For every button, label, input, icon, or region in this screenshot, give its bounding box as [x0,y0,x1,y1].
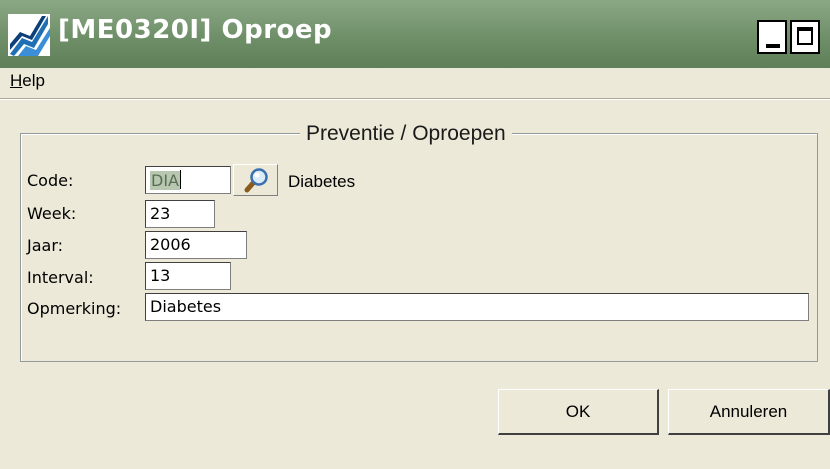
interval-label: Interval: [27,268,94,287]
code-lookup-button[interactable] [233,164,278,196]
menu-bar [0,68,830,96]
maximize-button[interactable] [790,20,820,54]
week-label: Week: [27,204,77,223]
preventie-groupbox [20,133,818,362]
text-caret [179,170,181,189]
menu-separator-highlight [0,99,830,100]
window-title: [ME0320I] Oproep [58,15,333,45]
cancel-button[interactable]: Annuleren [668,389,830,435]
menu-item-help[interactable]: Help [10,71,45,91]
year-input[interactable]: 2006 [145,231,247,259]
minimize-icon [766,44,780,48]
ok-button[interactable]: OK [498,389,659,435]
maximize-icon [797,27,813,45]
year-label: Jaar: [27,236,64,255]
remark-label: Opmerking: [27,299,122,318]
menu-help-label: elp [22,71,45,90]
search-icon [244,168,268,193]
code-description: Diabetes [288,172,356,191]
code-label: Code: [27,171,74,190]
week-input[interactable]: 23 [145,200,215,228]
code-input[interactable]: DIA [145,166,231,194]
code-input-value: DIA [150,171,180,190]
minimize-button[interactable] [757,20,787,54]
app-logo-icon [8,14,50,56]
interval-input[interactable]: 13 [145,262,231,290]
menu-help-accelerator: H [10,71,23,90]
remark-input[interactable]: Diabetes [145,293,809,321]
title-bar[interactable]: [ME0320I] Oproep [0,0,830,68]
groupbox-title: Preventie / Oproepen [300,122,512,146]
